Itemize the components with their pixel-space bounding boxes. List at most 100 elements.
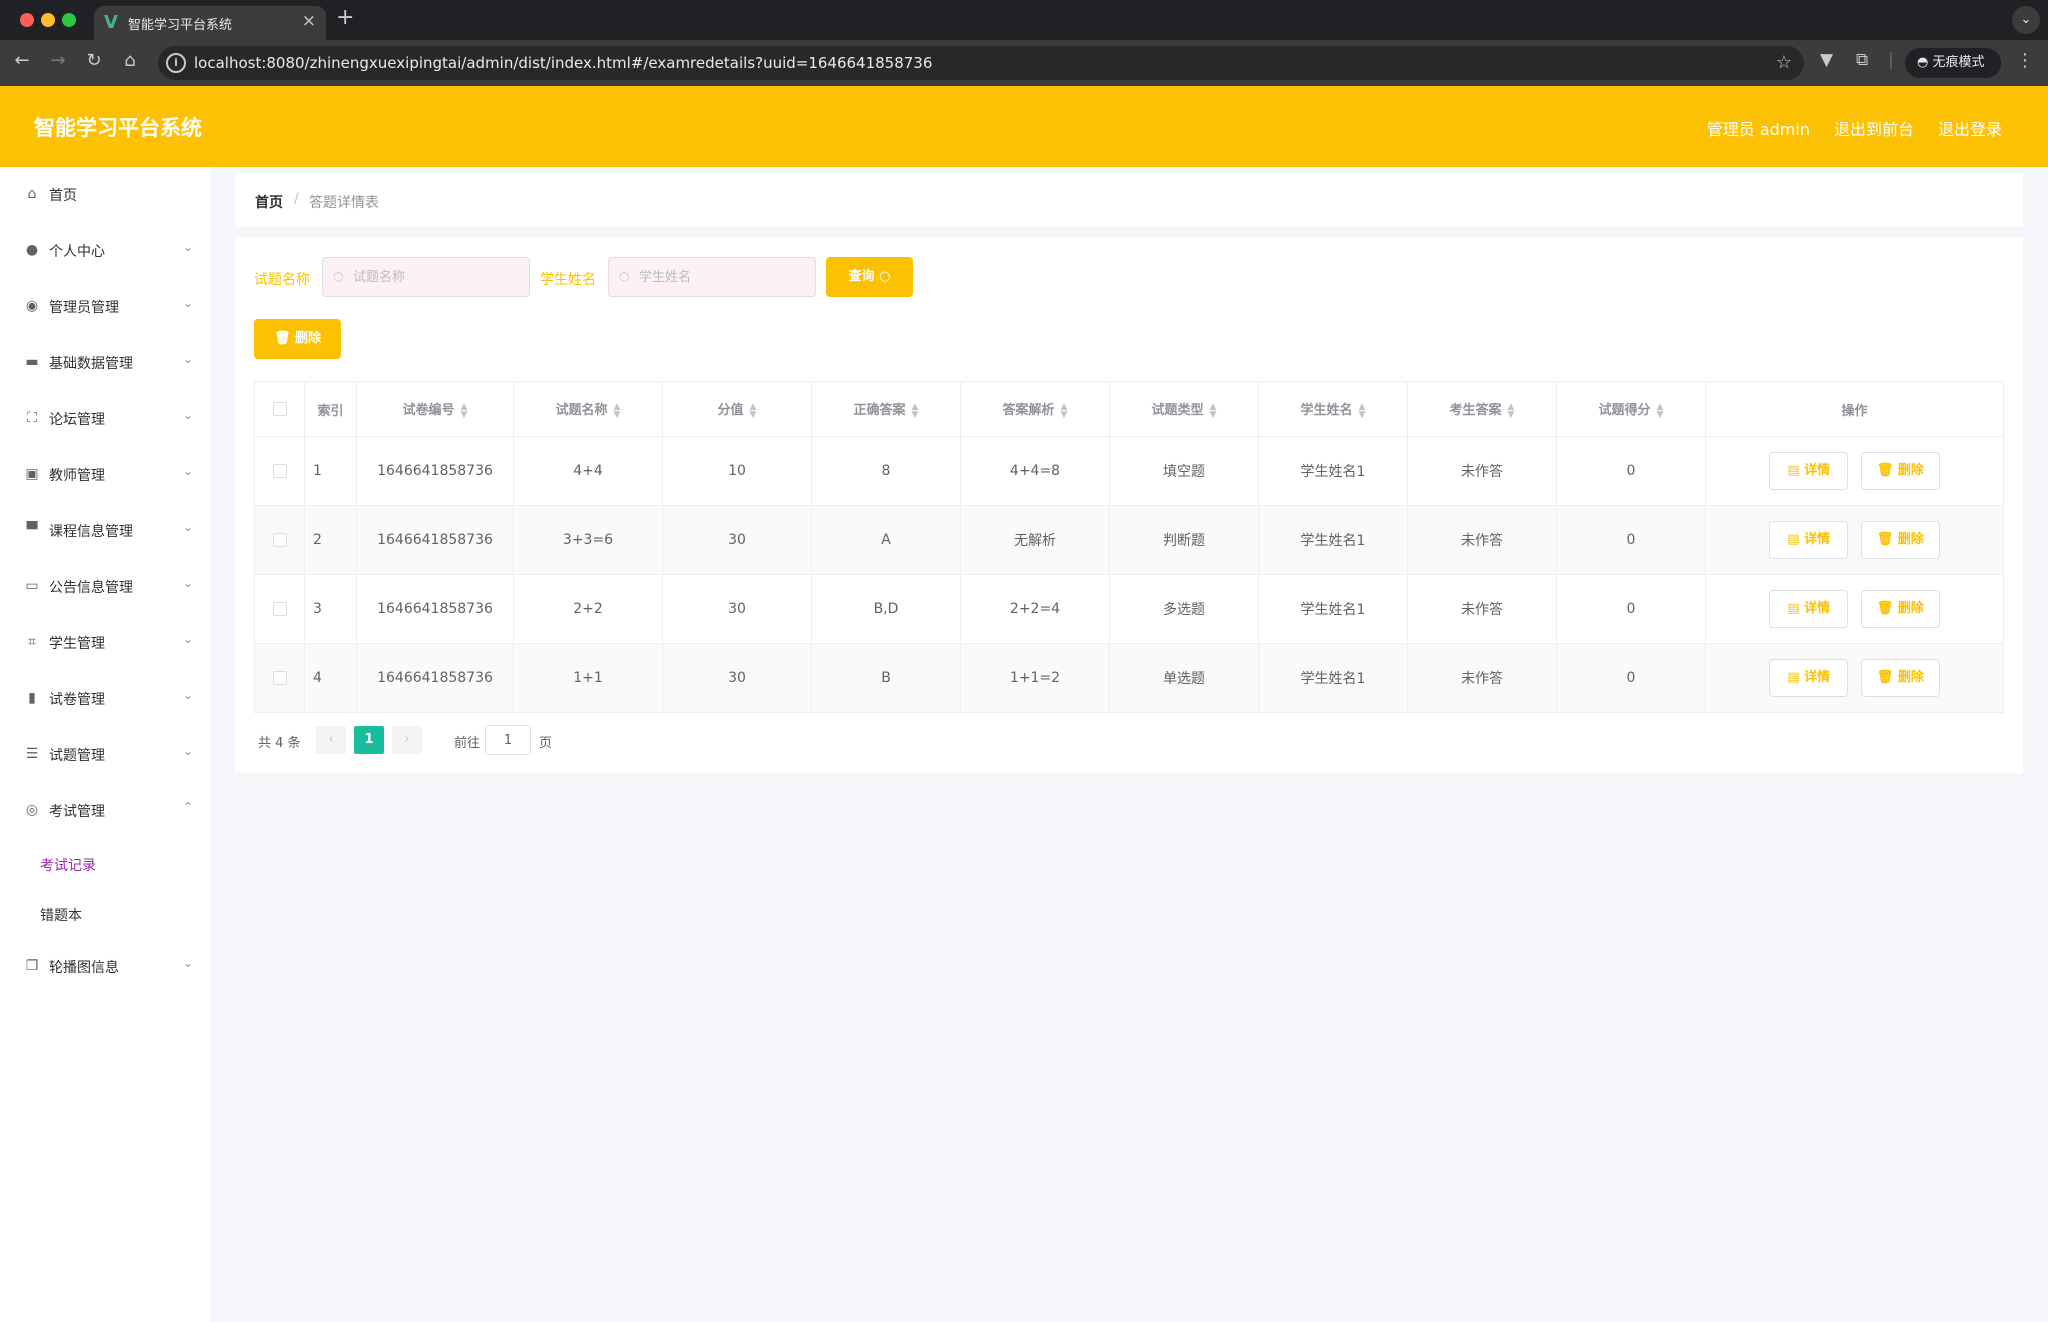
sort-icon[interactable]: ▲ ▼ [912, 402, 919, 419]
sidebar-subitem-label: 考试记录 [40, 858, 96, 874]
detail-button[interactable]: ▤ 详情 [1769, 590, 1849, 628]
sidebar-item-course[interactable]: ▀ 课程信息管理 ⌄ [0, 503, 211, 559]
page-number-button[interactable]: 1 [354, 726, 384, 754]
sidebar-item-carousel[interactable]: ❐ 轮播图信息 ⌄ [0, 939, 211, 995]
col-student-answer[interactable]: 考生答案 ▲ ▼ [1407, 381, 1557, 437]
new-tab-icon[interactable]: + [336, 5, 354, 30]
col-label: 试卷编号 [402, 403, 455, 419]
select-all-checkbox[interactable] [272, 402, 287, 416]
cell-actions: ▤ 详情 🗑︎ 删除 [1705, 505, 2004, 575]
sidebar-item-label: 管理员管理 [49, 300, 119, 316]
col-label: 答案解析 [1002, 403, 1055, 419]
search-name-input[interactable] [353, 267, 521, 287]
reload-icon[interactable]: ↻ [82, 50, 106, 71]
cell-student-answer: 未作答 [1407, 643, 1557, 713]
sidebar-item-base-data[interactable]: ▬ 基础数据管理 ⌄ [0, 335, 211, 391]
search-icon: ○ [619, 269, 630, 283]
trash-icon: 🗑︎ [1876, 601, 1898, 616]
col-score[interactable]: 分值 ▲ ▼ [662, 381, 812, 437]
site-info-icon[interactable]: i [166, 53, 186, 73]
cell-paper-no: 1646641858736 [356, 436, 514, 506]
maximize-window-button[interactable] [62, 13, 76, 27]
table-row: 3 1646641858736 2+2 30 B,D 2+2=4 多选题 学生姓… [254, 574, 2004, 644]
next-page-button[interactable]: › [392, 726, 422, 754]
detail-button[interactable]: ▤ 详情 [1769, 452, 1849, 490]
sidebar-item-forum[interactable]: ⛶ 论坛管理 ⌄ [0, 391, 211, 447]
col-student-name[interactable]: 学生姓名 ▲ ▼ [1258, 381, 1408, 437]
goto-page-input[interactable] [485, 725, 531, 755]
sidebar-item-home[interactable]: ⌂ 首页 [0, 167, 211, 223]
delete-button[interactable]: 🗑︎ 删除 [1860, 590, 1940, 628]
forward-icon[interactable]: → [46, 50, 70, 71]
sort-icon[interactable]: ▲ ▼ [461, 402, 468, 419]
search-student-input[interactable] [639, 267, 807, 287]
sidebar-item-teacher[interactable]: ▣ 教师管理 ⌄ [0, 447, 211, 503]
cell-correct-answer: B [811, 643, 961, 713]
delete-label: 删除 [1897, 532, 1924, 547]
back-icon[interactable]: ← [10, 50, 34, 71]
breadcrumb-home[interactable]: 首页 [255, 192, 283, 212]
sort-icon[interactable]: ▲ ▼ [1210, 402, 1217, 419]
search-name-field[interactable]: ○ [322, 257, 530, 297]
batch-delete-button[interactable]: 🗑︎ 删除 [254, 319, 341, 359]
col-question-name[interactable]: 试题名称 ▲ ▼ [513, 381, 663, 437]
browser-menu-icon[interactable]: ⋮ [2016, 50, 2034, 71]
sort-icon[interactable]: ▲ ▼ [1359, 402, 1366, 419]
col-correct-answer[interactable]: 正确答案 ▲ ▼ [811, 381, 961, 437]
prev-page-button[interactable]: ‹ [316, 726, 346, 754]
col-analysis[interactable]: 答案解析 ▲ ▼ [960, 381, 1110, 437]
row-checkbox[interactable] [272, 602, 287, 616]
sidebar-item-admin[interactable]: ◉ 管理员管理 ⌄ [0, 279, 211, 335]
home-icon[interactable]: ⌂ [118, 50, 142, 71]
delete-button[interactable]: 🗑︎ 删除 [1860, 659, 1940, 697]
sidebar-item-label: 试卷管理 [49, 692, 105, 708]
col-question-type[interactable]: 试题类型 ▲ ▼ [1109, 381, 1259, 437]
url-text[interactable]: localhost:8080/zhinengxuexipingtai/admin… [194, 54, 932, 72]
sort-icon[interactable]: ▲ ▼ [750, 402, 757, 419]
app-title: 智能学习平台系统 [34, 116, 202, 140]
sidebar-item-question[interactable]: ☰ 试题管理 ⌄ [0, 727, 211, 783]
sort-icon[interactable]: ▲ ▼ [614, 402, 621, 419]
sort-icon[interactable]: ▲ ▼ [1657, 402, 1664, 419]
exit-to-front-link[interactable]: 退出到前台 [1834, 116, 1914, 140]
close-tab-icon[interactable]: × [302, 11, 316, 31]
delete-label: 删除 [1897, 670, 1924, 685]
goto-label: 前往 [454, 736, 481, 751]
logout-link[interactable]: 退出登录 [1938, 116, 2002, 140]
close-window-button[interactable] [20, 13, 34, 27]
address-bar[interactable]: i localhost:8080/zhinengxuexipingtai/adm… [158, 46, 1804, 80]
row-checkbox[interactable] [272, 464, 287, 478]
detail-button[interactable]: ▤ 详情 [1769, 659, 1849, 697]
detail-button[interactable]: ▤ 详情 [1769, 521, 1849, 559]
row-checkbox[interactable] [272, 533, 287, 547]
browser-tab[interactable]: V 智能学习平台系统 × [94, 6, 326, 40]
delete-button[interactable]: 🗑︎ 删除 [1860, 452, 1940, 490]
sidebar-item-paper[interactable]: ▮ 试卷管理 ⌄ [0, 671, 211, 727]
delete-button[interactable]: 🗑︎ 删除 [1860, 521, 1940, 559]
search-student-field[interactable]: ○ [608, 257, 816, 297]
sidebar-item-student[interactable]: ⌗ 学生管理 ⌄ [0, 615, 211, 671]
minimize-window-button[interactable] [41, 13, 55, 27]
vue-devtools-icon[interactable]: ▼ [1820, 50, 1833, 70]
col-got-score[interactable]: 试题得分 ▲ ▼ [1556, 381, 1706, 437]
query-button[interactable]: 查询 ○ [826, 257, 913, 297]
sidebar-subitem-exam-record[interactable]: 考试记录 [0, 839, 211, 889]
extensions-icon[interactable]: ⧉ [1856, 50, 1868, 70]
tab-search-icon[interactable]: ⌄ [2012, 6, 2040, 34]
sidebar-item-profile[interactable]: ● 个人中心 ⌄ [0, 223, 211, 279]
sort-icon[interactable]: ▲ ▼ [1508, 402, 1515, 419]
incognito-badge[interactable]: ◓ 无痕模式 [1905, 48, 2001, 78]
copy-icon: ❐ [25, 958, 39, 974]
sidebar-subitem-wrong-book[interactable]: 错题本 [0, 889, 211, 939]
cell-actions: ▤ 详情 🗑︎ 删除 [1705, 574, 2004, 644]
bookmark-star-icon[interactable]: ☆ [1776, 52, 1792, 73]
sort-icon[interactable]: ▲ ▼ [1061, 402, 1068, 419]
col-label: 索引 [317, 403, 344, 419]
col-paper-no[interactable]: 试卷编号 ▲ ▼ [356, 381, 514, 437]
document-icon: ▤ [1787, 463, 1805, 478]
cell-student-answer: 未作答 [1407, 505, 1557, 575]
row-checkbox[interactable] [272, 671, 287, 685]
sidebar-item-exam[interactable]: ◎ 考试管理 ⌃ [0, 783, 211, 839]
cell-correct-answer: B,D [811, 574, 961, 644]
sidebar-item-notice[interactable]: ▭ 公告信息管理 ⌄ [0, 559, 211, 615]
